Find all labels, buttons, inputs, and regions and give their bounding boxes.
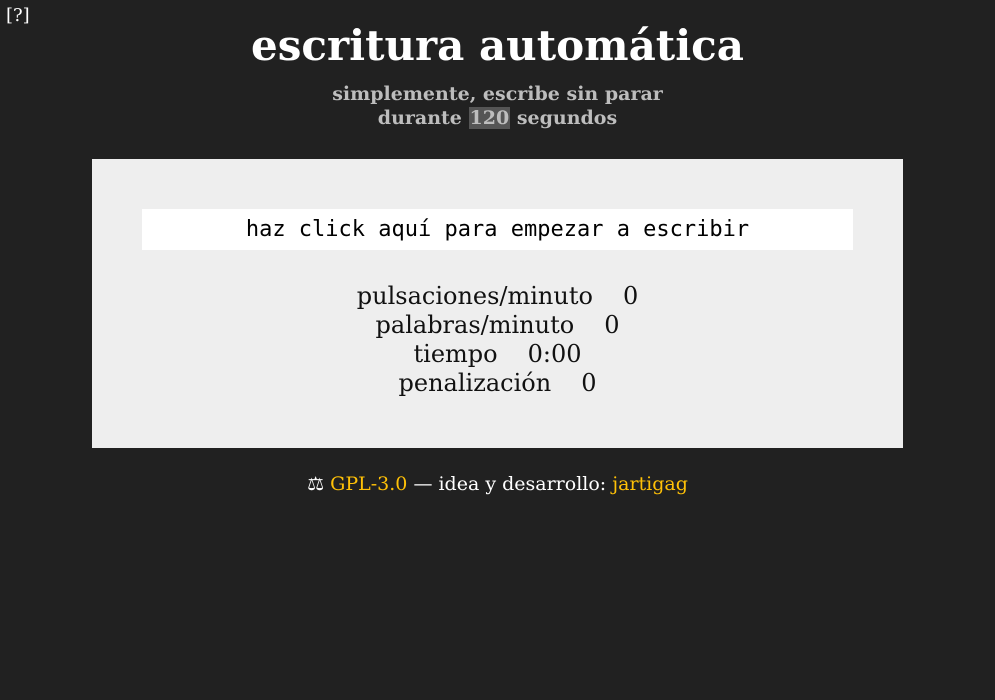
footer-credit-text: — idea y desarrollo: <box>413 473 607 495</box>
license-link[interactable]: GPL-3.0 <box>330 473 407 495</box>
seconds-value[interactable]: 120 <box>468 107 511 129</box>
stat-words-per-minute: palabras/minuto 0 <box>92 311 903 340</box>
subtitle-prefix: durante <box>377 107 462 129</box>
subtitle-line-1: simplemente, escribe sin parar <box>332 83 663 105</box>
stat-value: 0:00 <box>527 340 582 368</box>
stat-label: palabras/minuto <box>375 311 575 339</box>
stat-label: pulsaciones/minuto <box>356 282 593 310</box>
subtitle-suffix: segundos <box>516 107 618 129</box>
start-writing-area[interactable]: haz click aquí para empezar a escribir <box>142 209 853 250</box>
stat-label: tiempo <box>413 340 498 368</box>
page-title: escritura automática <box>251 21 744 70</box>
stats-list: pulsaciones/minuto 0 palabras/minuto 0 tie… <box>92 282 903 398</box>
stat-value: 0 <box>622 282 639 310</box>
stat-label: penalización <box>398 369 552 397</box>
stat-value: 0 <box>604 311 620 339</box>
author-link[interactable]: jartigag <box>612 473 688 495</box>
stat-penalty: penalización 0 <box>92 369 903 398</box>
writing-panel: haz click aquí para empezar a escribir p… <box>92 159 903 448</box>
stat-keystrokes-per-minute: pulsaciones/minuto 0 <box>92 282 903 311</box>
scales-icon: ⚖ <box>307 473 325 495</box>
stat-time: tiempo 0:00 <box>92 340 903 369</box>
stat-value: 0 <box>581 369 597 397</box>
subtitle: simplemente, escribe sin parar durante 1… <box>0 82 995 130</box>
subtitle-line-2: durante 120 segundos <box>0 106 995 130</box>
footer: ⚖ GPL-3.0 — idea y desarrollo: jartigag <box>0 473 995 495</box>
